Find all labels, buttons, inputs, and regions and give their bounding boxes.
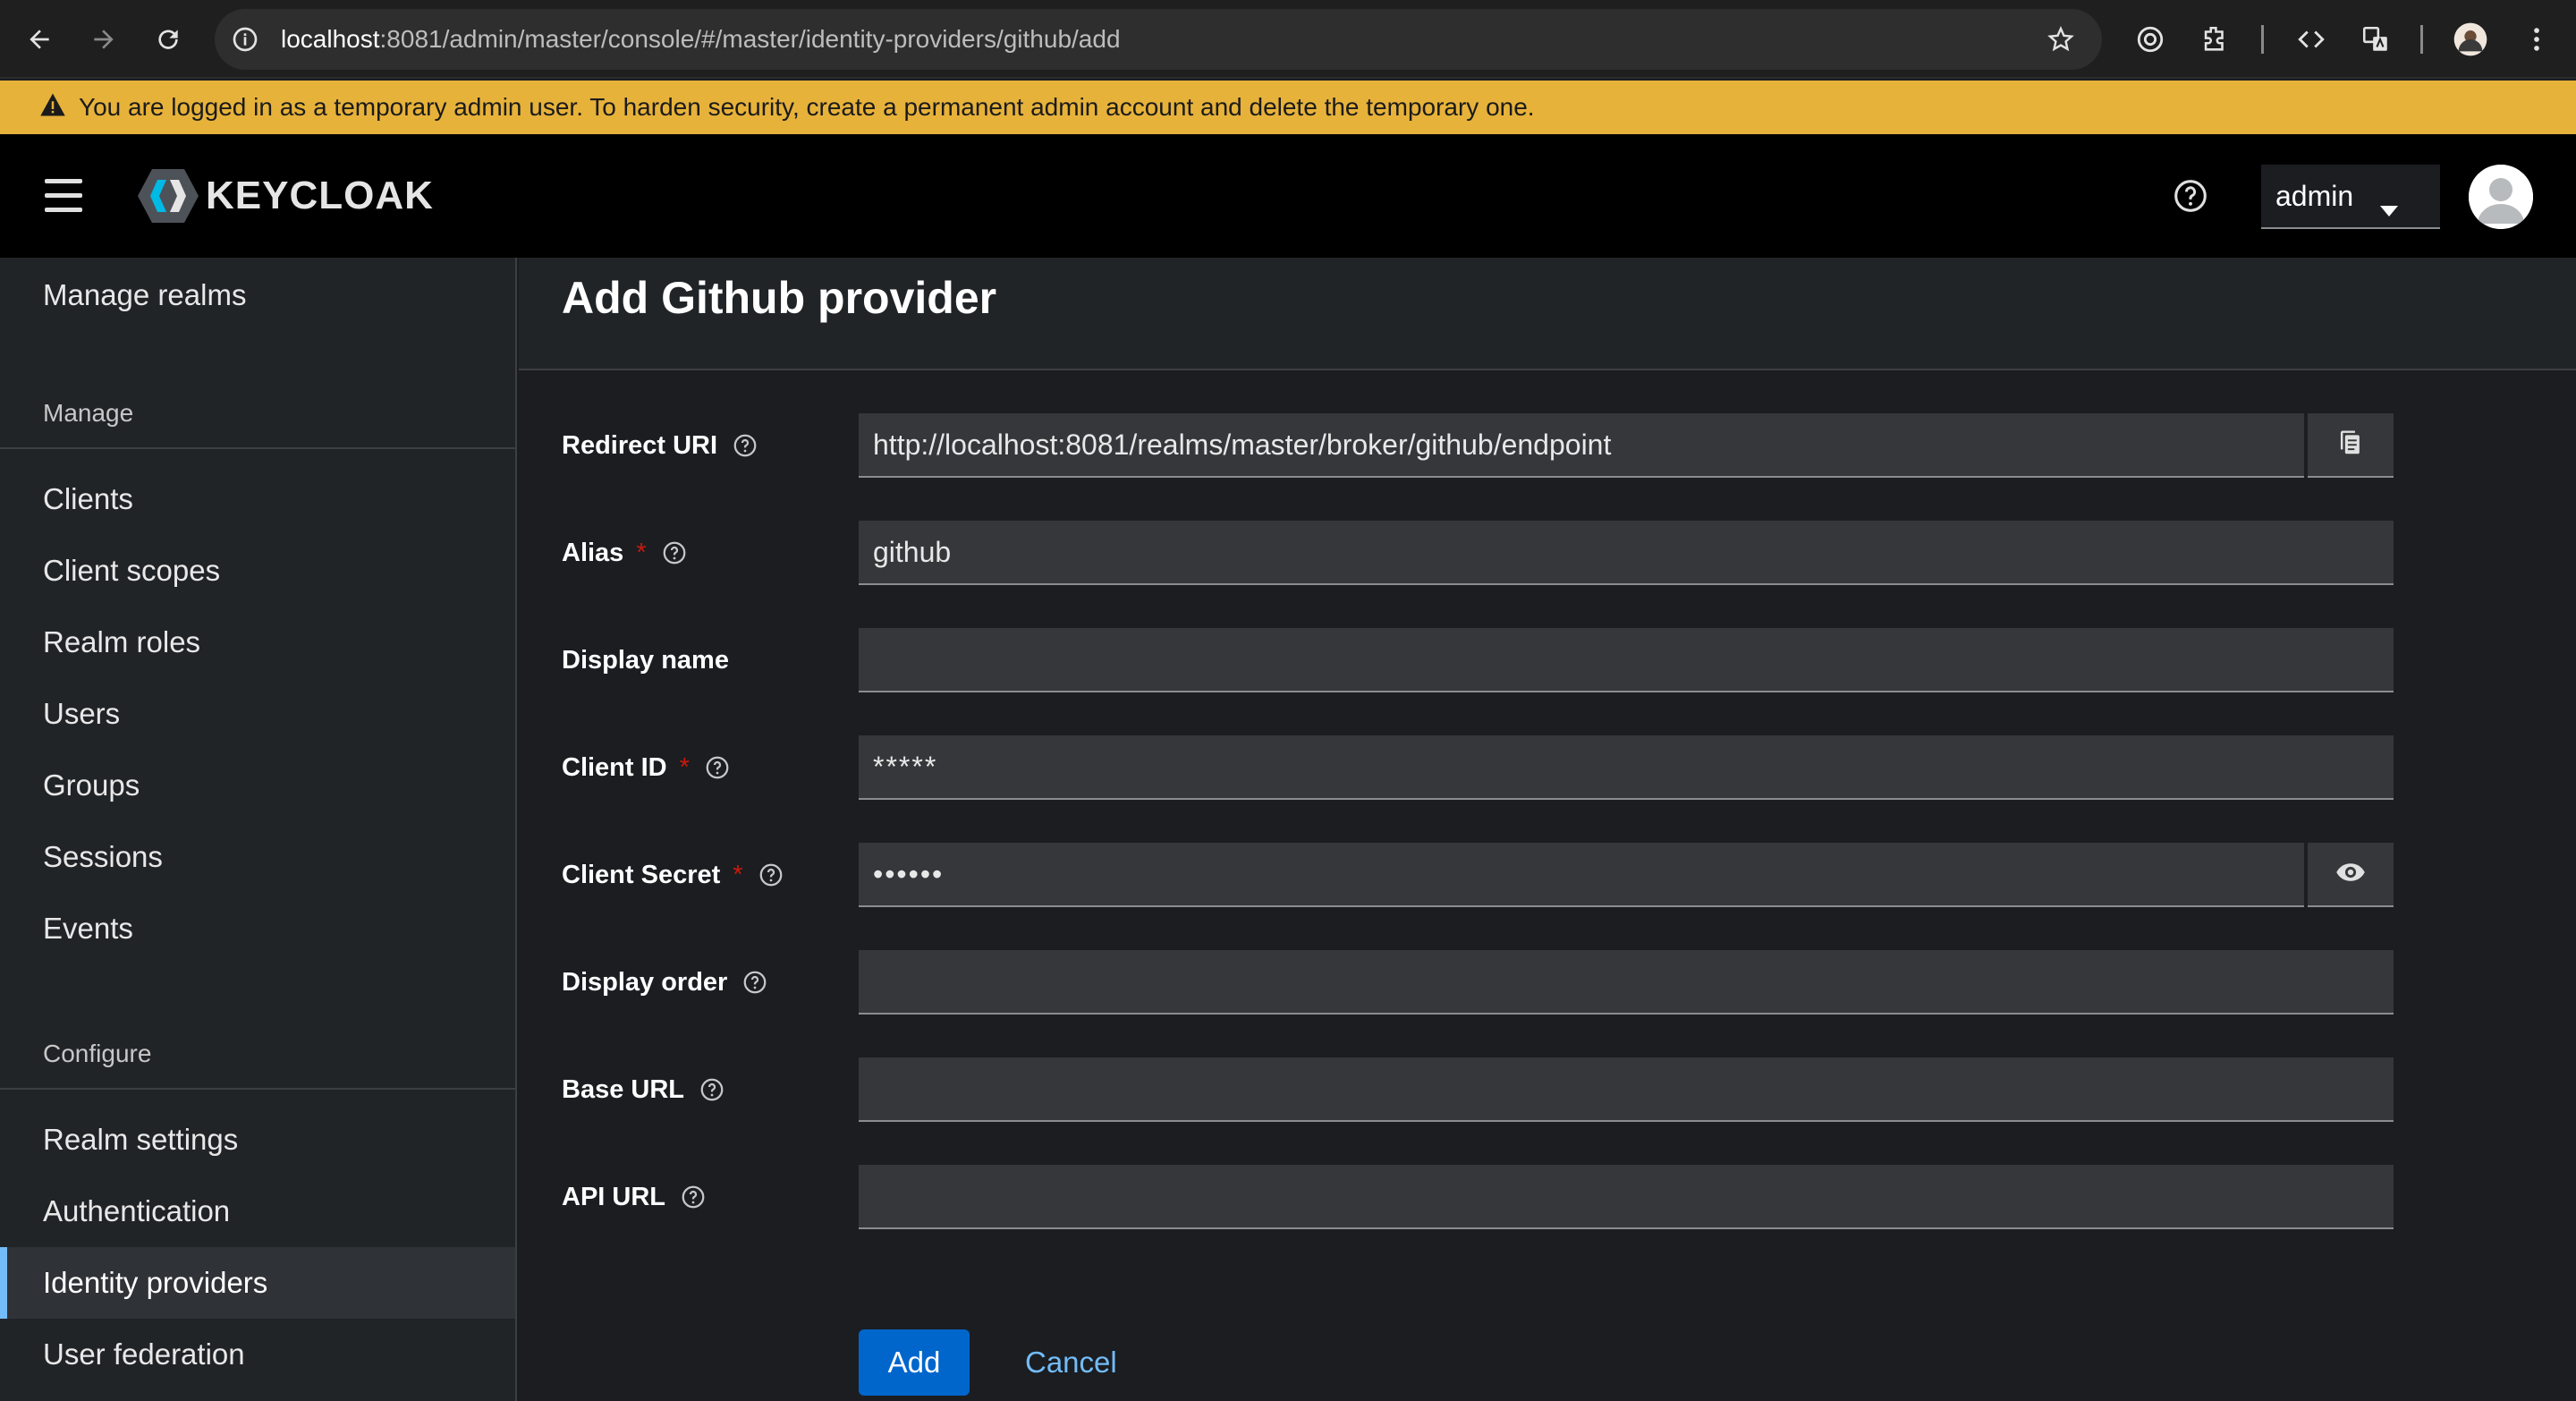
form-fields: Redirect URI http://localhost:8081/realm…	[519, 413, 2576, 1401]
form-row-display-name: Display name	[519, 628, 2576, 692]
base-url-field[interactable]	[859, 1057, 2394, 1122]
display-order-field[interactable]	[859, 950, 2394, 1015]
client-secret-label: Client Secret *	[562, 843, 784, 907]
translate-icon[interactable]	[2354, 18, 2397, 61]
client-id-label: Client ID *	[562, 735, 731, 800]
api-url-field[interactable]	[859, 1165, 2394, 1229]
client-id-field[interactable]: *****	[859, 735, 2394, 800]
sidebar-item-users[interactable]: Users	[0, 678, 515, 750]
redirect-uri-label: Redirect URI	[562, 413, 758, 478]
reload-icon[interactable]	[147, 18, 190, 61]
help-question-icon[interactable]	[758, 862, 784, 888]
back-arrow-icon[interactable]	[18, 18, 61, 61]
alias-label: Alias *	[562, 521, 688, 585]
form-row-client-secret: Client Secret * ••••••	[519, 843, 2576, 907]
site-info-icon[interactable]	[231, 25, 259, 58]
logo-text: KEYCLOAK	[206, 174, 434, 217]
show-secret-button[interactable]	[2308, 843, 2394, 907]
hamburger-menu-icon[interactable]	[41, 174, 86, 218]
help-question-icon[interactable]	[661, 539, 688, 566]
copy-icon	[2337, 429, 2364, 462]
help-question-icon[interactable]	[732, 432, 758, 459]
help-question-icon[interactable]	[704, 754, 731, 781]
form-row-api-url: API URL	[519, 1165, 2576, 1229]
user-dropdown[interactable]: admin	[2261, 165, 2440, 229]
required-asterisk: *	[679, 752, 690, 782]
cancel-link[interactable]: Cancel	[1025, 1329, 1117, 1396]
browser-toolbar: localhost:8081/admin/master/console/#/ma…	[0, 0, 2576, 79]
help-question-icon[interactable]	[699, 1076, 725, 1103]
eye-icon	[2335, 862, 2366, 887]
sidebar-item-events[interactable]: Events	[0, 893, 515, 964]
sidebar-item-user-federation[interactable]: User federation	[0, 1319, 515, 1390]
display-name-field[interactable]	[859, 628, 2394, 692]
help-question-icon[interactable]	[680, 1184, 707, 1210]
sidebar-section-configure: Configure	[43, 1040, 152, 1067]
sidebar-item-manage-realms[interactable]: Manage realms	[0, 259, 515, 331]
banner-text: You are logged in as a temporary admin u…	[79, 93, 1535, 121]
caret-down-icon	[2379, 191, 2399, 225]
sidebar-item-clients[interactable]: Clients	[0, 463, 515, 535]
redirect-uri-field[interactable]: http://localhost:8081/realms/master/brok…	[859, 413, 2304, 478]
keycloak-logo-icon	[138, 169, 199, 223]
toolbar-divider	[2261, 25, 2264, 54]
api-url-label: API URL	[562, 1165, 707, 1229]
required-asterisk: *	[636, 538, 647, 567]
warning-icon	[39, 92, 66, 123]
help-icon[interactable]	[2170, 175, 2211, 217]
base-url-label: Base URL	[562, 1057, 725, 1122]
sidebar-item-realm-settings[interactable]: Realm settings	[0, 1104, 515, 1176]
alias-field[interactable]: github	[859, 521, 2394, 585]
form-row-display-order: Display order	[519, 950, 2576, 1015]
lens-icon[interactable]	[2129, 18, 2172, 61]
display-name-label: Display name	[562, 645, 729, 675]
sidebar-section-manage: Manage	[43, 399, 134, 427]
sidebar-item-identity-providers[interactable]: Identity providers	[0, 1247, 515, 1319]
copy-to-clipboard-button[interactable]	[2308, 413, 2394, 478]
sidebar-divider	[0, 1088, 515, 1090]
sidebar-item-sessions[interactable]: Sessions	[0, 821, 515, 893]
extensions-icon[interactable]	[2193, 18, 2236, 61]
keycloak-logo[interactable]: KEYCLOAK	[136, 165, 434, 227]
code-icon[interactable]	[2290, 18, 2333, 61]
add-button[interactable]: Add	[859, 1329, 970, 1396]
display-order-label: Display order	[562, 950, 768, 1015]
temporary-admin-banner: You are logged in as a temporary admin u…	[0, 81, 2576, 134]
client-secret-field[interactable]: ••••••	[859, 843, 2304, 907]
profile-avatar-icon[interactable]	[2449, 18, 2492, 61]
forward-arrow-icon[interactable]	[82, 18, 125, 61]
sidebar-item-client-scopes[interactable]: Client scopes	[0, 535, 515, 607]
sidebar-item-realm-roles[interactable]: Realm roles	[0, 607, 515, 678]
toolbar-divider	[2420, 25, 2423, 54]
sidebar-nav: Manage realms Manage Clients Client scop…	[0, 258, 517, 1401]
masthead: KEYCLOAK admin	[0, 134, 2576, 258]
form-row-alias: Alias * github	[519, 521, 2576, 585]
sidebar-item-authentication[interactable]: Authentication	[0, 1176, 515, 1247]
help-question-icon[interactable]	[741, 969, 768, 996]
more-menu-icon[interactable]	[2515, 18, 2558, 61]
page-title: Add Github provider	[562, 273, 997, 323]
required-asterisk: *	[733, 860, 743, 889]
bookmark-star-icon[interactable]	[2046, 25, 2075, 58]
sidebar-item-groups[interactable]: Groups	[0, 750, 515, 821]
user-name: admin	[2275, 179, 2354, 212]
form-row-client-id: Client ID * *****	[519, 735, 2576, 800]
sidebar-divider	[0, 447, 515, 449]
form-row-redirect-uri: Redirect URI http://localhost:8081/realm…	[519, 413, 2576, 478]
page-header: Add Github provider	[519, 258, 2576, 370]
form-row-base-url: Base URL	[519, 1057, 2576, 1122]
user-avatar[interactable]	[2469, 165, 2533, 229]
address-bar[interactable]: localhost:8081/admin/master/console/#/ma…	[215, 9, 2102, 70]
url-text: localhost:8081/admin/master/console/#/ma…	[281, 25, 1121, 53]
